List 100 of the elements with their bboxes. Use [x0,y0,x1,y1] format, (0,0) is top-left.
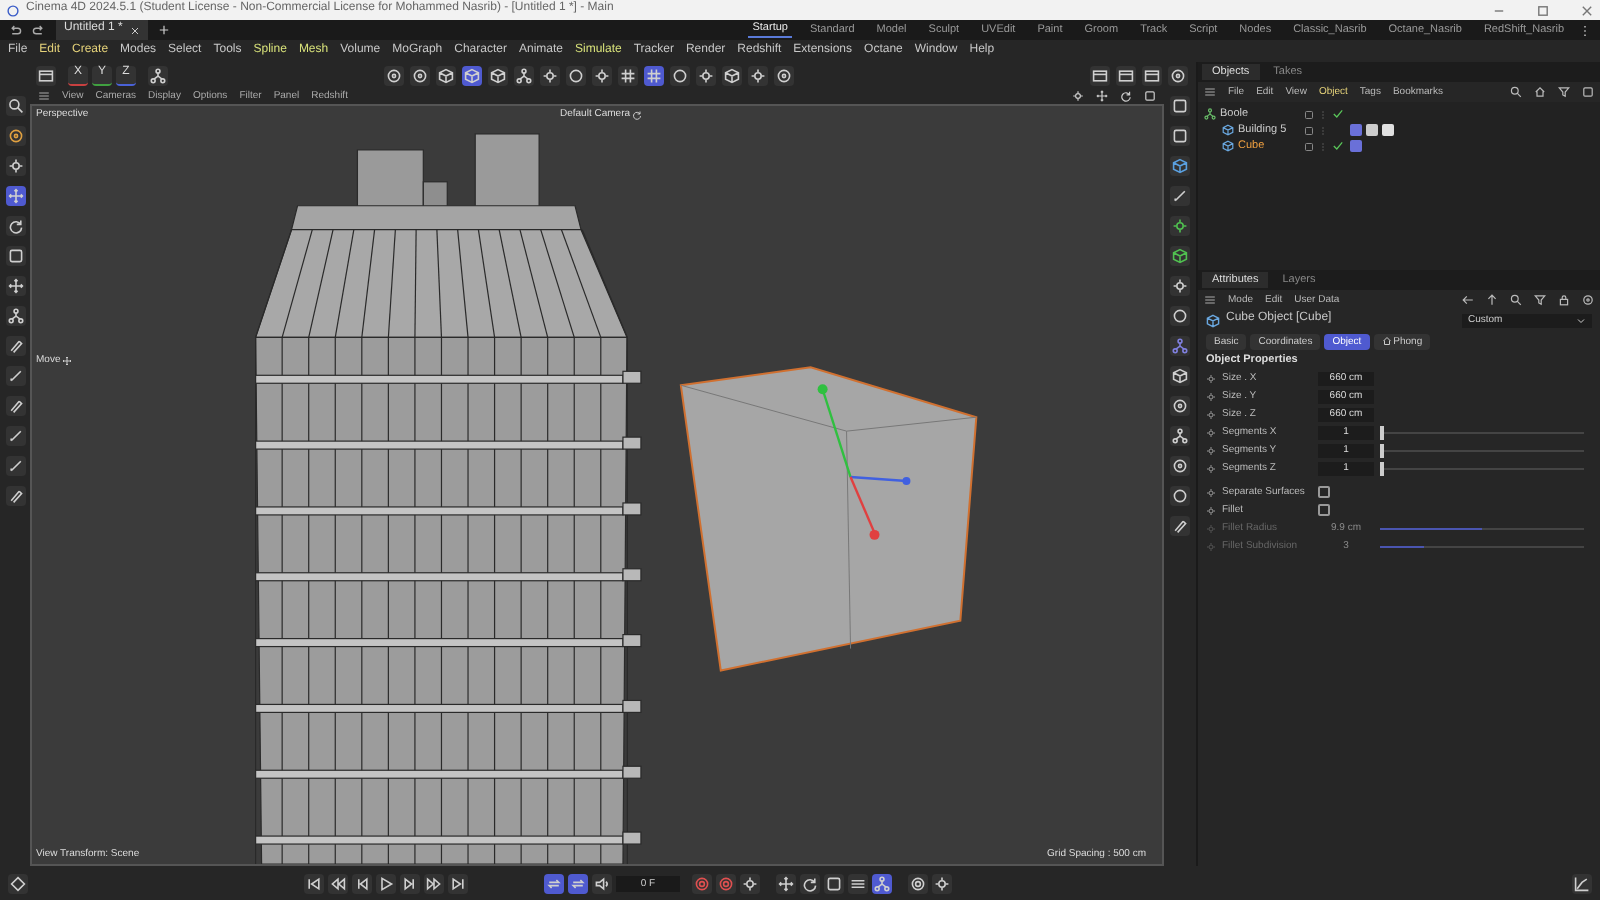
step-back-button[interactable] [352,873,372,893]
skip-start-button[interactable] [304,873,324,893]
pen-icon [7,428,23,444]
rotate-arrows-icon [1120,90,1132,102]
slider-handle[interactable] [1380,443,1384,458]
square-icon [1144,90,1156,102]
tag-icon[interactable] [1366,124,1378,136]
square-button[interactable] [1170,96,1190,116]
film-button[interactable] [1090,65,1110,85]
search-button[interactable] [5,96,25,116]
move-arrows-icon [778,875,794,891]
graph-button[interactable] [1572,873,1592,893]
move-arrows-button[interactable] [5,276,25,296]
square-button[interactable] [1170,126,1190,146]
diamond-button[interactable] [8,873,28,893]
film-button[interactable] [36,65,56,85]
circle-button[interactable] [1170,306,1190,326]
search-icon [1510,86,1522,98]
undo-button[interactable] [8,23,22,37]
house-icon [1534,86,1546,98]
more-button[interactable] [1578,23,1592,37]
nodes-button[interactable] [148,65,168,85]
step-forward-button[interactable] [400,873,420,893]
cube-button[interactable] [1170,366,1190,386]
square-icon [1172,128,1188,144]
slider-handle[interactable] [1380,461,1384,476]
square-icon [1172,98,1188,114]
square-icon [1304,109,1314,119]
square-button[interactable] [824,873,844,893]
loop-arrows-button[interactable] [568,873,588,893]
target-button[interactable] [410,65,430,85]
square-button[interactable] [1144,90,1156,102]
slider-handle[interactable] [1380,425,1384,440]
cube-button[interactable] [488,65,508,85]
checkbox[interactable] [1318,504,1330,517]
close-tab-button[interactable] [130,25,141,35]
target-button[interactable] [384,65,404,85]
play-button[interactable] [376,873,396,893]
grid-button[interactable] [644,65,664,85]
pen-button[interactable] [5,426,25,446]
cube-button[interactable] [1170,246,1190,266]
circle-icon [1172,308,1188,324]
checkbox[interactable] [1318,486,1330,499]
tag-icon[interactable] [1382,124,1394,136]
close-button[interactable] [1580,3,1594,17]
nodes-icon [150,67,166,83]
bars-button[interactable] [848,873,868,893]
nodes-button[interactable] [5,306,25,326]
nodes-button[interactable] [1170,426,1190,446]
target-button[interactable] [5,126,25,146]
target-button[interactable] [1170,396,1190,416]
square-button[interactable] [5,246,25,266]
target-icon [1172,458,1188,474]
nodes-button[interactable] [872,873,892,893]
pen-button[interactable] [5,456,25,476]
brush-button[interactable] [1170,516,1190,536]
redo-button[interactable] [32,23,46,37]
move-arrows-button[interactable] [1096,90,1108,102]
cube-button[interactable] [1170,156,1190,176]
target-button[interactable] [1170,456,1190,476]
speaker-button[interactable] [592,873,612,893]
circle-button[interactable] [1170,486,1190,506]
nodes-button[interactable] [1170,336,1190,356]
skip-end-button[interactable] [448,873,468,893]
film-button[interactable] [1142,65,1162,85]
brush-button[interactable] [5,486,25,506]
move-arrows-icon [1096,90,1108,102]
previous-key-button[interactable] [328,873,348,893]
target-button[interactable] [1168,65,1188,85]
grid-button[interactable] [618,65,638,85]
maximize-button[interactable] [1536,3,1550,17]
rotate-arrows-button[interactable] [800,873,820,893]
redo-icon [32,23,46,37]
skip-start-icon [306,875,322,891]
cube-icon [438,67,454,83]
tag-icon[interactable] [1350,124,1362,136]
target-button[interactable] [774,65,794,85]
next-key-button[interactable] [424,873,444,893]
film-button[interactable] [1116,65,1136,85]
tag-icon[interactable] [1350,140,1362,152]
nodes-button[interactable] [514,65,534,85]
new-tab-button[interactable] [158,24,171,36]
move-arrows-button[interactable] [776,873,796,893]
rotate-arrows-button[interactable] [1120,90,1132,102]
cube-button[interactable] [462,65,482,85]
pen-button[interactable] [5,366,25,386]
caret-icon [1576,315,1586,325]
brush-button[interactable] [5,396,25,416]
rotate-arrows-button[interactable] [5,216,25,236]
circle-button[interactable] [566,65,586,85]
loop-arrows-button[interactable] [544,873,564,893]
cube-button[interactable] [436,65,456,85]
brush-button[interactable] [5,336,25,356]
circle-icon [568,67,584,83]
brush-icon [7,398,23,414]
cube-button[interactable] [722,65,742,85]
circle-button[interactable] [670,65,690,85]
move-arrows-button[interactable] [5,186,25,206]
pen-button[interactable] [1170,186,1190,206]
record-button[interactable] [908,873,928,893]
